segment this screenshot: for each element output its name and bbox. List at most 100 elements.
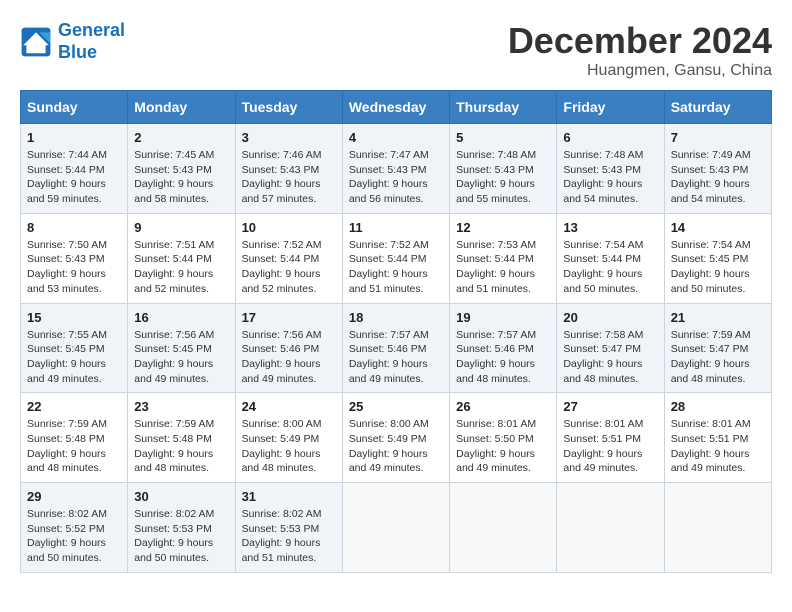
day-info: Sunrise: 7:48 AM Sunset: 5:43 PM Dayligh… [456,148,550,207]
calendar-cell: 21 Sunrise: 7:59 AM Sunset: 5:47 PM Dayli… [664,303,771,393]
calendar-cell: 26Sunrise: 8:01 AM Sunset: 5:50 PM Dayli… [450,393,557,483]
day-info: Sunrise: 7:48 AM Sunset: 5:43 PM Dayligh… [563,148,657,207]
day-info: Sunrise: 7:49 AM Sunset: 5:43 PM Dayligh… [671,148,765,207]
logo-icon [20,26,52,58]
weekday-header-row: SundayMondayTuesdayWednesdayThursdayFrid… [21,91,772,124]
day-info: Sunrise: 7:51 AM Sunset: 5:44 PM Dayligh… [134,238,228,297]
day-info: Sunrise: 7:53 AM Sunset: 5:44 PM Dayligh… [456,238,550,297]
weekday-header-sunday: Sunday [21,91,128,124]
weekday-header-thursday: Thursday [450,91,557,124]
calendar-table: SundayMondayTuesdayWednesdayThursdayFrid… [20,90,772,573]
day-info: Sunrise: 7:55 AM Sunset: 5:45 PM Dayligh… [27,328,121,387]
logo: General Blue [20,20,125,63]
logo-line1: General [58,20,125,40]
day-info: Sunrise: 7:59 AM Sunset: 5:48 PM Dayligh… [27,417,121,476]
day-number: 30 [134,489,228,504]
day-info: Sunrise: 7:50 AM Sunset: 5:43 PM Dayligh… [27,238,121,297]
day-number: 25 [349,399,443,414]
weekday-header-monday: Monday [128,91,235,124]
calendar-cell [664,483,771,573]
day-info: Sunrise: 7:59 AM Sunset: 5:48 PM Dayligh… [134,417,228,476]
calendar-week-row: 22 Sunrise: 7:59 AM Sunset: 5:48 PM Dayli… [21,393,772,483]
day-number: 27 [563,399,657,414]
day-number: 19 [456,310,550,325]
calendar-cell: 9 Sunrise: 7:51 AM Sunset: 5:44 PM Daylig… [128,213,235,303]
day-number: 7 [671,130,765,145]
day-number: 10 [242,220,336,235]
day-number: 29 [27,489,121,504]
calendar-cell: 5 Sunrise: 7:48 AM Sunset: 5:43 PM Daylig… [450,124,557,214]
calendar-cell: 3 Sunrise: 7:46 AM Sunset: 5:43 PM Daylig… [235,124,342,214]
weekday-header-wednesday: Wednesday [342,91,449,124]
day-info: Sunrise: 8:01 AM Sunset: 5:51 PM Dayligh… [671,417,765,476]
day-info: Sunrise: 8:02 AM Sunset: 5:53 PM Dayligh… [134,507,228,566]
day-info: Sunrise: 7:52 AM Sunset: 5:44 PM Dayligh… [349,238,443,297]
calendar-cell [342,483,449,573]
day-number: 6 [563,130,657,145]
weekday-header-friday: Friday [557,91,664,124]
day-number: 12 [456,220,550,235]
calendar-cell: 30 Sunrise: 8:02 AM Sunset: 5:53 PM Dayli… [128,483,235,573]
location-subtitle: Huangmen, Gansu, China [508,62,772,80]
calendar-cell: 4Sunrise: 7:47 AM Sunset: 5:43 PM Daylig… [342,124,449,214]
calendar-cell [450,483,557,573]
calendar-cell: 27 Sunrise: 8:01 AM Sunset: 5:51 PM Dayli… [557,393,664,483]
calendar-body: 1Sunrise: 7:44 AM Sunset: 5:44 PM Daylig… [21,124,772,573]
calendar-week-row: 8Sunrise: 7:50 AM Sunset: 5:43 PM Daylig… [21,213,772,303]
day-number: 3 [242,130,336,145]
month-title: December 2024 [508,20,772,62]
calendar-cell: 20Sunrise: 7:58 AM Sunset: 5:47 PM Dayli… [557,303,664,393]
day-info: Sunrise: 7:46 AM Sunset: 5:43 PM Dayligh… [242,148,336,207]
day-info: Sunrise: 7:54 AM Sunset: 5:44 PM Dayligh… [563,238,657,297]
day-number: 20 [563,310,657,325]
calendar-cell: 24 Sunrise: 8:00 AM Sunset: 5:49 PM Dayli… [235,393,342,483]
calendar-cell: 23Sunrise: 7:59 AM Sunset: 5:48 PM Dayli… [128,393,235,483]
calendar-week-row: 15 Sunrise: 7:55 AM Sunset: 5:45 PM Dayli… [21,303,772,393]
calendar-cell: 22 Sunrise: 7:59 AM Sunset: 5:48 PM Dayli… [21,393,128,483]
day-number: 22 [27,399,121,414]
day-number: 31 [242,489,336,504]
day-number: 1 [27,130,121,145]
day-info: Sunrise: 7:54 AM Sunset: 5:45 PM Dayligh… [671,238,765,297]
calendar-cell: 8Sunrise: 7:50 AM Sunset: 5:43 PM Daylig… [21,213,128,303]
calendar-cell: 12 Sunrise: 7:53 AM Sunset: 5:44 PM Dayli… [450,213,557,303]
day-info: Sunrise: 7:47 AM Sunset: 5:43 PM Dayligh… [349,148,443,207]
day-info: Sunrise: 8:02 AM Sunset: 5:52 PM Dayligh… [27,507,121,566]
calendar-week-row: 29 Sunrise: 8:02 AM Sunset: 5:52 PM Dayli… [21,483,772,573]
calendar-cell: 10Sunrise: 7:52 AM Sunset: 5:44 PM Dayli… [235,213,342,303]
calendar-cell: 1Sunrise: 7:44 AM Sunset: 5:44 PM Daylig… [21,124,128,214]
day-info: Sunrise: 8:00 AM Sunset: 5:49 PM Dayligh… [242,417,336,476]
calendar-cell: 11Sunrise: 7:52 AM Sunset: 5:44 PM Dayli… [342,213,449,303]
day-info: Sunrise: 7:57 AM Sunset: 5:46 PM Dayligh… [349,328,443,387]
calendar-cell: 17 Sunrise: 7:56 AM Sunset: 5:46 PM Dayli… [235,303,342,393]
calendar-cell: 18Sunrise: 7:57 AM Sunset: 5:46 PM Dayli… [342,303,449,393]
day-info: Sunrise: 7:56 AM Sunset: 5:45 PM Dayligh… [134,328,228,387]
day-info: Sunrise: 8:01 AM Sunset: 5:51 PM Dayligh… [563,417,657,476]
day-info: Sunrise: 8:02 AM Sunset: 5:53 PM Dayligh… [242,507,336,566]
day-number: 9 [134,220,228,235]
page-header: General Blue December 2024 Huangmen, Gan… [20,20,772,80]
calendar-week-row: 1Sunrise: 7:44 AM Sunset: 5:44 PM Daylig… [21,124,772,214]
day-number: 2 [134,130,228,145]
weekday-header-saturday: Saturday [664,91,771,124]
calendar-cell: 14 Sunrise: 7:54 AM Sunset: 5:45 PM Dayli… [664,213,771,303]
weekday-header-tuesday: Tuesday [235,91,342,124]
day-number: 13 [563,220,657,235]
title-block: December 2024 Huangmen, Gansu, China [508,20,772,80]
day-info: Sunrise: 7:56 AM Sunset: 5:46 PM Dayligh… [242,328,336,387]
day-number: 21 [671,310,765,325]
day-number: 24 [242,399,336,414]
day-number: 15 [27,310,121,325]
logo-line2: Blue [58,42,97,62]
day-number: 14 [671,220,765,235]
day-info: Sunrise: 8:01 AM Sunset: 5:50 PM Dayligh… [456,417,550,476]
day-number: 5 [456,130,550,145]
calendar-cell: 2Sunrise: 7:45 AM Sunset: 5:43 PM Daylig… [128,124,235,214]
day-info: Sunrise: 7:59 AM Sunset: 5:47 PM Dayligh… [671,328,765,387]
calendar-cell: 13 Sunrise: 7:54 AM Sunset: 5:44 PM Dayli… [557,213,664,303]
logo-text: General Blue [58,20,125,63]
day-info: Sunrise: 8:00 AM Sunset: 5:49 PM Dayligh… [349,417,443,476]
calendar-cell: 15 Sunrise: 7:55 AM Sunset: 5:45 PM Dayli… [21,303,128,393]
day-number: 17 [242,310,336,325]
calendar-cell: 19Sunrise: 7:57 AM Sunset: 5:46 PM Dayli… [450,303,557,393]
